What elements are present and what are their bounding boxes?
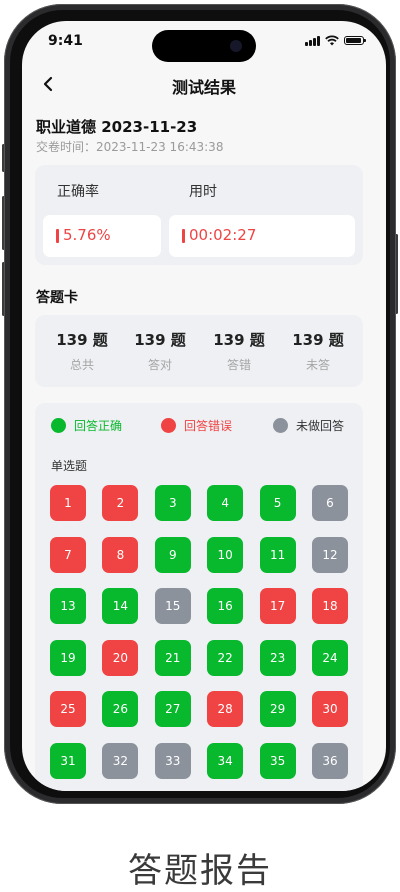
question-20-button[interactable]: 20 (102, 639, 139, 676)
count-correct-num: 139 题 (134, 331, 186, 349)
question-30-button[interactable]: 30 (312, 691, 348, 727)
question-23-button[interactable]: 23 (259, 639, 296, 676)
unanswered-dot-icon (273, 418, 288, 433)
question-21-button[interactable]: 21 (154, 639, 191, 676)
question-3-button[interactable]: 3 (154, 485, 191, 521)
question-12-button[interactable]: 12 (312, 536, 348, 573)
answer-card-title: 答题卡 (36, 290, 78, 306)
question-6-button[interactable]: 6 (312, 485, 348, 521)
question-11-button[interactable]: 11 (259, 536, 296, 573)
page-title: 测试结果 (171, 78, 236, 97)
question-17-button[interactable]: 17 (259, 588, 296, 624)
question-31-button[interactable]: 31 (50, 742, 86, 779)
question-33-button[interactable]: 33 (154, 742, 191, 779)
duration-value: 00:02:27 (189, 226, 257, 244)
duration-box: 00:02:27 (169, 215, 355, 257)
count-correct-label: 答对 (147, 358, 172, 372)
count-unanswered-label: 未答 (305, 358, 330, 372)
count-total: 139 题 总共 (41, 329, 123, 373)
status-bar: 9:41 (22, 21, 386, 67)
question-36-button[interactable]: 36 (312, 742, 348, 779)
count-total-label: 总共 (69, 358, 94, 372)
correct-dot-icon (51, 418, 66, 433)
nav-bar: 测试结果 (22, 67, 386, 103)
status-time: 9:41 (48, 33, 83, 49)
camera-icon (230, 40, 242, 52)
question-4-button[interactable]: 4 (207, 485, 244, 521)
question-10-button[interactable]: 10 (207, 536, 244, 573)
question-2-button[interactable]: 2 (102, 485, 139, 521)
question-22-button[interactable]: 22 (207, 639, 244, 676)
exam-title: 职业道德 2023-11-23 (36, 118, 198, 136)
question-35-button[interactable]: 35 (259, 742, 296, 779)
accuracy-box: 5.76% (43, 215, 161, 257)
accuracy-label: 正确率 (57, 184, 99, 200)
count-correct: 139 题 答对 (119, 329, 201, 373)
signal-icon (305, 35, 320, 46)
accent-bar (182, 229, 185, 243)
question-9-button[interactable]: 9 (154, 536, 191, 573)
question-28-button[interactable]: 28 (207, 691, 244, 727)
question-1-button[interactable]: 1 (50, 485, 86, 521)
count-unanswered: 139 题 未答 (277, 329, 359, 373)
count-wrong: 139 题 答错 (198, 329, 280, 373)
result-stats-card: 正确率 用时 5.76% 00:02:27 (35, 165, 363, 265)
question-25-button[interactable]: 25 (50, 691, 86, 727)
question-27-button[interactable]: 27 (154, 691, 191, 727)
answer-grid-card: 回答正确 回答错误 未做回答 单选题 1 2 3 4 5 6 7 8 9 10 11 12 13 14 15… (35, 403, 363, 791)
question-26-button[interactable]: 26 (102, 691, 139, 727)
legend-correct-label: 回答正确 (74, 419, 123, 433)
question-7-button[interactable]: 7 (50, 536, 86, 573)
battery-icon (344, 36, 366, 45)
question-18-button[interactable]: 18 (312, 588, 348, 624)
duration-label: 用时 (189, 184, 217, 200)
question-15-button[interactable]: 15 (154, 588, 191, 624)
wifi-icon (325, 35, 339, 46)
status-icons (305, 35, 366, 46)
question-32-button[interactable]: 32 (102, 742, 139, 779)
question-13-button[interactable]: 13 (50, 588, 86, 624)
legend-correct: 回答正确 (51, 417, 122, 434)
app-screen: 9:41 测试结果 职业道德 2023-11-23 交卷时间：2023-11-2… (22, 21, 386, 791)
wrong-dot-icon (161, 418, 176, 433)
question-8-button[interactable]: 8 (102, 536, 139, 573)
question-5-button[interactable]: 5 (259, 485, 296, 521)
dynamic-island (152, 30, 256, 62)
count-unanswered-num: 139 题 (292, 331, 344, 349)
count-card: 139 题 总共 139 题 答对 139 题 答错 139 题 未答 (35, 315, 363, 387)
count-wrong-num: 139 题 (213, 331, 265, 349)
legend-unanswered-label: 未做回答 (296, 419, 345, 433)
question-19-button[interactable]: 19 (50, 639, 86, 676)
count-wrong-label: 答错 (226, 358, 251, 372)
question-16-button[interactable]: 16 (207, 588, 244, 624)
count-total-num: 139 题 (56, 331, 108, 349)
legend-wrong-label: 回答错误 (184, 419, 233, 433)
submit-time: 交卷时间：2023-11-23 16:43:38 (36, 140, 224, 154)
legend-unanswered: 未做回答 (273, 417, 344, 434)
question-14-button[interactable]: 14 (102, 588, 139, 624)
question-type-label: 单选题 (51, 459, 88, 473)
question-34-button[interactable]: 34 (207, 742, 244, 779)
accent-bar (56, 229, 59, 243)
question-29-button[interactable]: 29 (259, 691, 296, 727)
question-24-button[interactable]: 24 (312, 639, 348, 676)
legend-wrong: 回答错误 (161, 417, 232, 434)
caption: 答题报告 (128, 851, 272, 891)
accuracy-value: 5.76% (63, 226, 111, 244)
